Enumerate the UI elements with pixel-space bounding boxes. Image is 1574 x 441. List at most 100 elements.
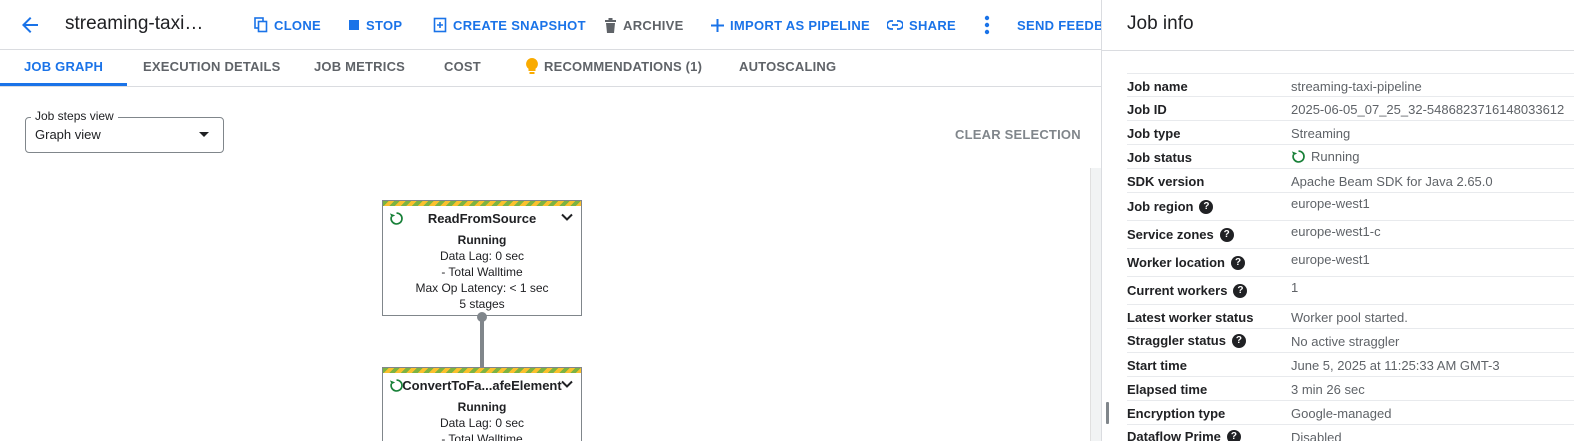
info-row-start-time: Start time June 5, 2025 at 11:25:33 AM G… (1127, 353, 1574, 377)
share-button[interactable]: SHARE (887, 16, 956, 34)
info-row-job-status: Job status Running (1127, 145, 1574, 169)
running-icon (1291, 150, 1305, 163)
copy-icon (254, 17, 268, 33)
back-arrow-icon[interactable] (18, 13, 42, 37)
info-key: Job region (1127, 199, 1194, 214)
info-key-with-help: Dataflow Prime ? (1127, 429, 1241, 441)
info-key: Service zones (1127, 227, 1214, 242)
node-title-row: ConvertToFa...afeElement (383, 373, 581, 399)
archive-label: ARCHIVE (623, 17, 684, 33)
stop-icon (349, 20, 359, 30)
info-row-job-type: Job type Streaming (1127, 121, 1574, 145)
import-as-pipeline-label: IMPORT AS PIPELINE (730, 17, 870, 33)
divider (1102, 50, 1574, 51)
chevron-down-icon[interactable] (561, 380, 573, 389)
job-steps-view-value: Graph view (35, 127, 101, 142)
info-key: Latest worker status (1127, 310, 1254, 325)
info-row-encryption-type: Encryption type Google-managed (1127, 401, 1574, 425)
info-row-dataflow-prime: Dataflow Prime ? Disabled (1127, 425, 1574, 441)
info-key: SDK version (1127, 174, 1205, 189)
graph-node-convert-to-failsafe-element[interactable]: ConvertToFa...afeElement Running Data La… (382, 367, 582, 441)
node-title-row: ReadFromSource (383, 206, 581, 232)
node-metric: Max Op Latency: < 1 sec (415, 281, 549, 295)
clone-label: CLONE (274, 17, 321, 33)
info-value-status: Running (1291, 149, 1359, 164)
info-row-straggler-status: Straggler status ? No active straggler (1127, 329, 1574, 353)
info-key: Dataflow Prime (1127, 429, 1221, 441)
tab-recommendations[interactable]: RECOMMENDATIONS (1) (526, 50, 702, 86)
tab-autoscaling[interactable]: AUTOSCALING (739, 50, 836, 86)
info-row-current-workers: Current workers ? 1 (1127, 277, 1574, 305)
info-row-job-name: Job name streaming-taxi-pipeline (1127, 73, 1574, 97)
node-metric: - Total Walltime (441, 432, 523, 441)
info-value: Running (1311, 149, 1360, 164)
create-snapshot-button[interactable]: CREATE SNAPSHOT (433, 16, 586, 34)
clear-selection-button[interactable]: CLEAR SELECTION (955, 127, 1081, 142)
help-icon[interactable]: ? (1233, 283, 1248, 298)
node-metric: - Total Walltime (441, 265, 523, 279)
help-icon[interactable]: ? (1231, 333, 1246, 348)
stop-button[interactable]: STOP (348, 16, 402, 34)
node-status: Running (457, 400, 507, 414)
job-steps-view-select[interactable]: Job steps view Graph view (25, 109, 224, 153)
import-as-pipeline-button[interactable]: IMPORT AS PIPELINE (711, 16, 870, 34)
info-value: Worker pool started. (1291, 310, 1408, 325)
help-icon[interactable]: ? (1226, 429, 1241, 441)
node-metric: Data Lag: 0 sec (439, 416, 525, 430)
job-steps-view-legend: Job steps view (31, 109, 118, 123)
stop-label: STOP (366, 17, 403, 33)
plus-icon (711, 18, 724, 32)
node-metric: Data Lag: 0 sec (439, 249, 525, 263)
info-value: Disabled (1291, 430, 1342, 441)
tab-job-graph[interactable]: JOB GRAPH (0, 50, 128, 86)
info-row-service-zones: Service zones ? europe-west1-c (1127, 221, 1574, 249)
info-key: Worker location (1127, 255, 1226, 270)
chevron-down-icon[interactable] (561, 213, 573, 222)
graph-node-read-from-source[interactable]: ReadFromSource Running Data Lag: 0 sec -… (382, 200, 582, 316)
help-icon[interactable]: ? (1199, 199, 1214, 214)
graph-scrollbar[interactable] (1090, 168, 1101, 441)
info-row-job-region: Job region ? europe-west1 (1127, 193, 1574, 221)
more-vert-icon[interactable] (977, 13, 997, 37)
info-row-sdk-version: SDK version Apache Beam SDK for Java 2.6… (1127, 169, 1574, 193)
info-value: Streaming (1291, 126, 1351, 141)
info-value: 1 (1291, 280, 1299, 295)
job-info-panel: Job info Job name streaming-taxi-pipelin… (1101, 0, 1574, 441)
clone-button[interactable]: CLONE (254, 16, 321, 34)
running-icon (389, 212, 403, 225)
info-row-elapsed-time: Elapsed time 3 min 26 sec (1127, 377, 1574, 401)
job-info-table: Job name streaming-taxi-pipeline Job ID … (1127, 73, 1574, 441)
dropdown-arrow-icon (199, 132, 209, 137)
info-value: No active straggler (1291, 334, 1400, 349)
job-detail-pane: streaming-taxi… CLONE STOP CREATE SNAPSH… (0, 0, 1101, 441)
info-value: streaming-taxi-pipeline (1291, 79, 1422, 94)
info-value: europe-west1 (1291, 252, 1370, 267)
info-row-worker-location: Worker location ? europe-west1 (1127, 249, 1574, 277)
info-value: June 5, 2025 at 11:25:33 AM GMT-3 (1291, 358, 1500, 373)
info-key: Job type (1127, 126, 1181, 141)
tab-job-metrics[interactable]: JOB METRICS (314, 50, 405, 86)
help-icon[interactable]: ? (1219, 227, 1234, 242)
send-feedback-button[interactable]: SEND FEEDBA (1017, 16, 1101, 34)
tab-cost[interactable]: COST (444, 50, 481, 86)
help-icon[interactable]: ? (1231, 255, 1246, 270)
info-key: Straggler status (1127, 333, 1226, 348)
info-value: europe-west1-c (1291, 224, 1381, 239)
info-key: Start time (1127, 358, 1187, 373)
info-key: Job ID (1127, 102, 1167, 117)
info-key-with-help: Job region ? (1127, 199, 1214, 214)
info-key-with-help: Straggler status ? (1127, 333, 1246, 348)
info-value: Apache Beam SDK for Java 2.65.0 (1291, 174, 1493, 189)
node-status: Running (457, 233, 507, 247)
job-title: streaming-taxi… (65, 13, 204, 34)
panel-resize-handle[interactable] (1106, 402, 1109, 424)
job-toolbar: streaming-taxi… CLONE STOP CREATE SNAPSH… (0, 0, 1101, 50)
info-row-job-id: Job ID 2025-06-05_07_25_32-5486823716148… (1127, 97, 1574, 121)
graph-edge (480, 316, 484, 368)
job-info-title: Job info (1127, 13, 1194, 34)
archive-button[interactable]: ARCHIVE (604, 16, 684, 34)
tab-execution-details[interactable]: EXECUTION DETAILS (143, 50, 281, 86)
info-key: Job status (1127, 150, 1193, 165)
graph-edge-port (477, 312, 487, 322)
info-key: Current workers (1127, 283, 1228, 298)
